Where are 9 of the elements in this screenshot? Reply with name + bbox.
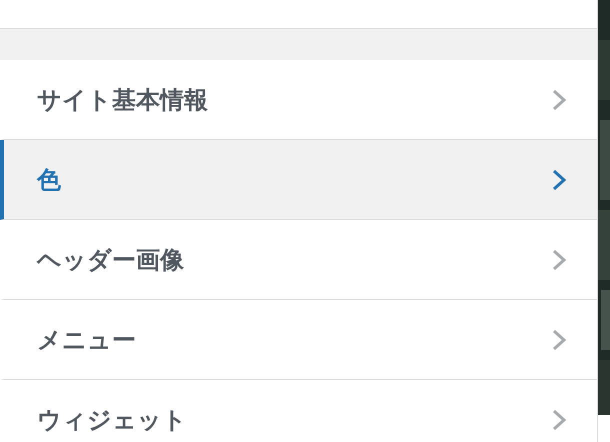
chevron-right-icon [551,408,567,432]
chevron-right-icon [551,88,567,112]
menu-item[interactable]: メニュー [0,300,597,380]
menu-item[interactable]: 色 [0,140,597,220]
menu-item[interactable]: ヘッダー画像 [0,220,597,300]
chevron-right-icon [551,168,567,192]
chevron-right-icon [551,248,567,272]
menu-item[interactable]: ウィジェット [0,380,597,442]
chevron-right-icon [551,328,567,352]
